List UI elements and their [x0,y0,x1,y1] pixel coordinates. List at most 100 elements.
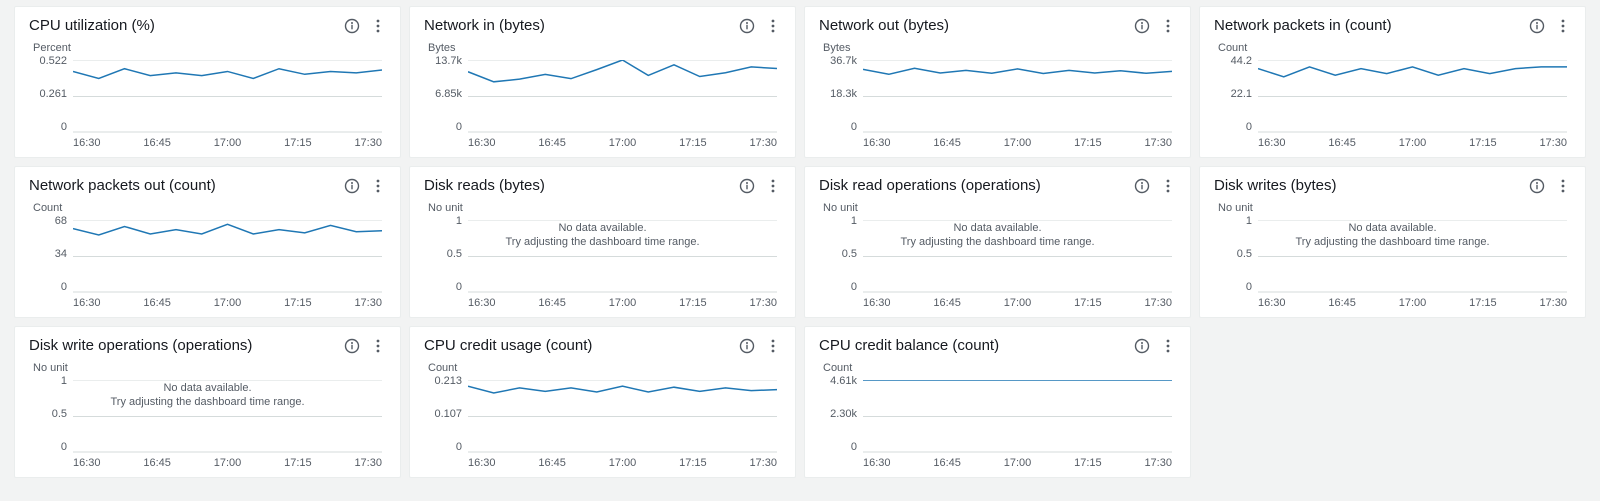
kebab-menu-icon[interactable] [1555,178,1571,194]
x-tick-label: 17:00 [609,137,637,151]
kebab-menu-icon[interactable] [370,178,386,194]
x-tick-label: 17:15 [284,297,312,311]
info-icon[interactable] [344,338,360,354]
x-tick-label: 17:15 [284,137,312,151]
y-axis-ticks: 68340 [29,216,71,293]
info-icon[interactable] [344,18,360,34]
metric-panel-cpu-credit-balance: CPU credit balance (count)Count4.61k2.30… [804,326,1191,478]
unit-label: No unit [823,202,1176,214]
metrics-grid: CPU utilization (%)Percent0.5220.261016:… [14,6,1586,478]
chart-plot: 4.61k2.30k016:3016:4517:0017:1517:30 [819,376,1176,471]
unit-label: Count [33,202,386,214]
info-icon[interactable] [344,178,360,194]
y-tick-label: 0.522 [29,56,67,67]
info-icon[interactable] [1134,18,1150,34]
chart-plot: 0.2130.107016:3016:4517:0017:1517:30 [424,376,781,471]
chart-plot: 36.7k18.3k016:3016:4517:0017:1517:30 [819,56,1176,151]
panel-title: Disk writes (bytes) [1214,177,1337,194]
y-tick-label: 68 [29,216,67,227]
x-tick-label: 17:15 [679,137,707,151]
x-tick-label: 16:45 [143,457,171,471]
x-tick-label: 16:45 [933,297,961,311]
y-tick-label: 0 [29,122,67,133]
x-tick-label: 16:30 [863,137,891,151]
chart-plot: 10.50No data available.Try adjusting the… [819,216,1176,311]
x-axis-ticks: 16:3016:4517:0017:1517:30 [73,137,382,151]
y-axis-ticks: 44.222.10 [1214,56,1256,133]
kebab-menu-icon[interactable] [765,18,781,34]
x-tick-label: 16:30 [73,457,101,471]
x-tick-label: 17:30 [354,137,382,151]
info-icon[interactable] [739,178,755,194]
y-axis-ticks: 10.50 [1214,216,1256,293]
y-tick-label: 1 [819,216,857,227]
info-icon[interactable] [1529,178,1545,194]
x-tick-label: 17:15 [1074,137,1102,151]
y-tick-label: 0.5 [424,249,462,260]
x-tick-label: 17:00 [1399,137,1427,151]
panel-title: Network in (bytes) [424,17,545,34]
chart-plot: 0.5220.261016:3016:4517:0017:1517:30 [29,56,386,151]
unit-label: Bytes [428,42,781,54]
metric-panel-disk-write-operations: Disk write operations (operations)No uni… [14,326,401,478]
info-icon[interactable] [1529,18,1545,34]
x-tick-label: 16:45 [1328,297,1356,311]
x-tick-label: 17:00 [1004,297,1032,311]
x-tick-label: 16:45 [933,137,961,151]
unit-label: Count [1218,42,1571,54]
y-tick-label: 2.30k [819,409,857,420]
x-tick-label: 17:00 [214,297,242,311]
x-tick-label: 17:30 [749,457,777,471]
panel-title: Network out (bytes) [819,17,949,34]
kebab-menu-icon[interactable] [1160,338,1176,354]
x-tick-label: 17:30 [1539,137,1567,151]
x-tick-label: 16:30 [73,297,101,311]
x-tick-label: 17:30 [1539,297,1567,311]
y-axis-ticks: 36.7k18.3k0 [819,56,861,133]
unit-label: Count [823,362,1176,374]
y-tick-label: 22.1 [1214,89,1252,100]
y-tick-label: 6.85k [424,89,462,100]
kebab-menu-icon[interactable] [1555,18,1571,34]
y-tick-label: 1 [29,376,67,387]
info-icon[interactable] [739,338,755,354]
x-tick-label: 16:30 [863,457,891,471]
kebab-menu-icon[interactable] [765,178,781,194]
y-tick-label: 0 [424,122,462,133]
metric-panel-cpu-credit-usage: CPU credit usage (count)Count0.2130.1070… [409,326,796,478]
y-tick-label: 0 [819,122,857,133]
x-axis-ticks: 16:3016:4517:0017:1517:30 [73,297,382,311]
y-tick-label: 1 [1214,216,1252,227]
x-tick-label: 17:30 [1144,297,1172,311]
info-icon[interactable] [739,18,755,34]
metric-panel-disk-writes: Disk writes (bytes)No unit10.50No data a… [1199,166,1586,318]
y-tick-label: 4.61k [819,376,857,387]
y-tick-label: 0.213 [424,376,462,387]
y-axis-ticks: 13.7k6.85k0 [424,56,466,133]
kebab-menu-icon[interactable] [765,338,781,354]
kebab-menu-icon[interactable] [1160,18,1176,34]
x-tick-label: 17:00 [1004,457,1032,471]
x-tick-label: 17:15 [679,297,707,311]
panel-title: Network packets out (count) [29,177,216,194]
kebab-menu-icon[interactable] [370,18,386,34]
unit-label: No unit [428,202,781,214]
y-tick-label: 0.107 [424,409,462,420]
y-tick-label: 0.5 [1214,249,1252,260]
metric-panel-network-out: Network out (bytes)Bytes36.7k18.3k016:30… [804,6,1191,158]
x-tick-label: 16:30 [1258,297,1286,311]
x-tick-label: 17:15 [1469,297,1497,311]
x-tick-label: 17:30 [354,457,382,471]
x-axis-ticks: 16:3016:4517:0017:1517:30 [468,137,777,151]
metric-panel-disk-read-operations: Disk read operations (operations)No unit… [804,166,1191,318]
x-tick-label: 16:30 [1258,137,1286,151]
unit-label: Count [428,362,781,374]
chart-plot: 13.7k6.85k016:3016:4517:0017:1517:30 [424,56,781,151]
info-icon[interactable] [1134,338,1150,354]
kebab-menu-icon[interactable] [370,338,386,354]
kebab-menu-icon[interactable] [1160,178,1176,194]
info-icon[interactable] [1134,178,1150,194]
chart-plot: 10.50No data available.Try adjusting the… [424,216,781,311]
x-tick-label: 17:15 [1074,457,1102,471]
x-axis-ticks: 16:3016:4517:0017:1517:30 [1258,137,1567,151]
